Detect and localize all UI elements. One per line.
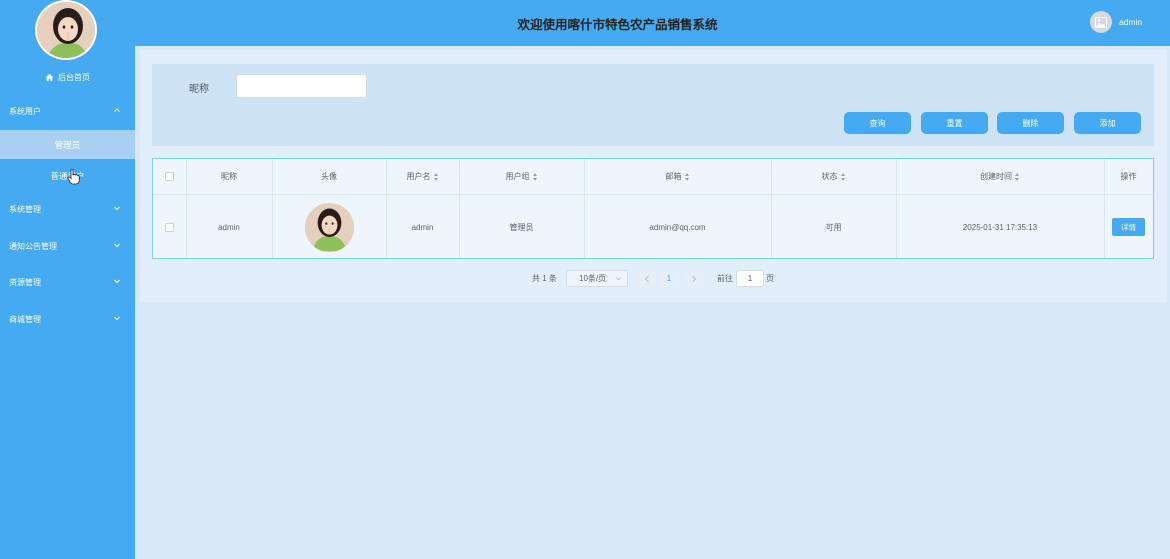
cell-avatar — [272, 195, 386, 259]
sidebar: 后台首页 系统用户 管理员 普通用户 系统管理 通知公告管理 资源管理 商城管理 — [0, 0, 135, 559]
goto-label: 前往 — [717, 274, 733, 283]
goto-page-input[interactable] — [736, 270, 764, 287]
sort-icon[interactable] — [433, 172, 439, 181]
sidebar-group-label: 通知公告管理 — [9, 241, 57, 251]
page-size-value: 10条/页 — [579, 274, 607, 283]
sidebar-group-label: 资源管理 — [9, 277, 41, 287]
sort-icon[interactable] — [684, 172, 690, 181]
chevron-down-icon — [114, 206, 120, 211]
chevron-right-icon — [692, 275, 697, 282]
header-label: 头像 — [321, 172, 337, 181]
page-word-label: 页 — [766, 274, 774, 283]
top-header: 欢迎使用喀什市特色农产品销售系统 admin — [135, 0, 1170, 46]
sidebar-group-label: 系统用户 — [9, 106, 41, 116]
users-table: 昵称 头像 用户名 用户组 邮箱 状态 创建时间 操作 admin admin … — [152, 158, 1154, 259]
detail-button[interactable]: 详情 — [1112, 218, 1145, 236]
cell-nickname: admin — [218, 222, 240, 232]
header-label: 用户名 — [406, 172, 431, 181]
sidebar-group-system-users[interactable]: 系统用户 — [0, 101, 135, 121]
sidebar-group-resource-management[interactable]: 资源管理 — [0, 272, 135, 292]
sidebar-group-mall-management[interactable]: 商城管理 — [0, 309, 135, 329]
cell-status: 可用 — [825, 222, 842, 232]
pagination-total: 共 1 条 — [532, 274, 557, 283]
sidebar-home-link[interactable]: 后台首页 — [0, 70, 135, 84]
row-select-cell — [153, 195, 186, 259]
header-label: 昵称 — [221, 172, 237, 181]
cell-group: 管理员 — [509, 222, 534, 232]
sidebar-item-admin[interactable]: 管理员 — [0, 130, 135, 159]
column-header-created[interactable]: 创建时间 — [896, 159, 1104, 194]
column-header-nickname: 昵称 — [186, 159, 272, 194]
sidebar-group-label: 商城管理 — [9, 314, 41, 324]
page-number-current[interactable]: 1 — [660, 270, 678, 287]
page-title: 欢迎使用喀什市特色农产品销售系统 — [517, 17, 718, 32]
column-header-actions: 操作 — [1104, 159, 1153, 194]
cell-email: admin@qq.com — [649, 222, 706, 232]
column-header-username[interactable]: 用户名 — [386, 159, 459, 194]
cell-created: 2025-01-31 17:35:13 — [962, 222, 1038, 232]
page-size-select[interactable]: 10条/页 — [566, 270, 628, 287]
sidebar-avatar — [35, 0, 97, 60]
hand-cursor-icon — [67, 168, 80, 185]
sidebar-group-notice-management[interactable]: 通知公告管理 — [0, 236, 135, 256]
nickname-search-input[interactable] — [236, 74, 367, 98]
sort-icon[interactable] — [840, 172, 846, 181]
image-icon — [1095, 16, 1107, 28]
chevron-down-icon — [616, 277, 621, 281]
row-avatar — [304, 202, 354, 252]
chevron-down-icon — [114, 243, 120, 248]
chevron-down-icon — [114, 316, 120, 321]
sidebar-group-label: 系统管理 — [9, 204, 41, 214]
column-header-email[interactable]: 邮箱 — [584, 159, 771, 194]
sidebar-home-label: 后台首页 — [58, 72, 90, 82]
column-header-group[interactable]: 用户组 — [459, 159, 584, 194]
home-icon — [45, 73, 54, 81]
header-label: 状态 — [821, 172, 838, 181]
header-label: 用户组 — [505, 172, 530, 181]
select-all-checkbox[interactable] — [165, 172, 174, 181]
header-label: 操作 — [1120, 172, 1137, 181]
next-page-button[interactable] — [685, 270, 703, 287]
select-all-cell — [153, 159, 186, 194]
column-header-avatar: 头像 — [272, 159, 386, 194]
header-label: 邮箱 — [665, 172, 682, 181]
chevron-down-icon — [114, 279, 120, 284]
row-checkbox[interactable] — [165, 222, 174, 232]
user-name[interactable]: admin — [1119, 17, 1142, 27]
header-label: 创建时间 — [980, 172, 1012, 181]
sort-icon[interactable] — [1015, 172, 1020, 181]
query-button[interactable]: 查询 — [844, 112, 911, 134]
chevron-up-icon — [114, 108, 120, 112]
cell-actions: 详情 — [1104, 195, 1153, 259]
nickname-search-label: 昵称 — [189, 84, 209, 95]
sidebar-group-system-management[interactable]: 系统管理 — [0, 199, 135, 219]
reset-button[interactable]: 重置 — [921, 112, 988, 134]
cell-username: admin — [411, 222, 434, 232]
prev-page-button[interactable] — [638, 270, 656, 287]
add-button[interactable]: 添加 — [1074, 112, 1141, 134]
delete-button[interactable]: 删除 — [997, 112, 1064, 134]
sort-icon[interactable] — [532, 172, 538, 181]
user-avatar[interactable] — [1090, 11, 1112, 33]
chevron-left-icon — [644, 275, 649, 282]
sidebar-item-label: 管理员 — [54, 139, 81, 150]
column-header-status[interactable]: 状态 — [771, 159, 896, 194]
